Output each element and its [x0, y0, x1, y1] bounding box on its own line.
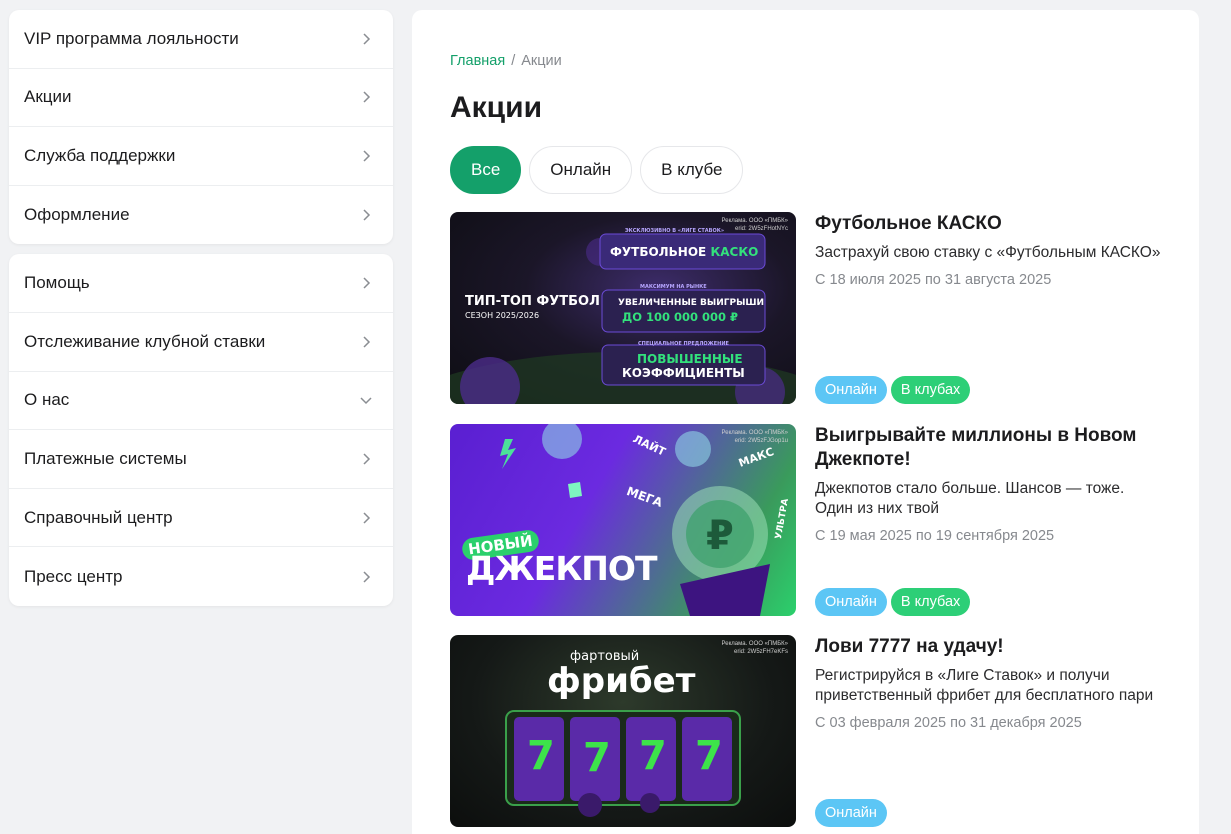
menu-item-design[interactable]: Оформление [9, 186, 393, 245]
svg-text:₽: ₽ [706, 513, 734, 559]
menu-item-support[interactable]: Служба поддержки [9, 127, 393, 186]
promo-banner-football-kasko[interactable]: Реклама. ООО «ПМБК» erid: 2W5zFHotNYc ЭКС… [450, 212, 796, 404]
promo-dates: С 19 мая 2025 по 19 сентября 2025 [815, 527, 1055, 544]
banner-text-seven: 7 [527, 733, 555, 779]
chevron-right-icon [359, 149, 373, 163]
breadcrumb: Главная / Акции [450, 53, 1161, 69]
menu-item-label: Помощь [24, 273, 90, 293]
promo-dates: С 18 июля 2025 по 31 августа 2025 [815, 272, 1052, 288]
menu-item-label: Акции [24, 87, 72, 107]
menu-item-promotions[interactable]: Акции [9, 69, 393, 128]
banner-text-seven: 7 [695, 733, 723, 779]
chevron-right-icon [359, 570, 373, 584]
banner-text-kasko: ФУТБОЛЬНОЕ КАСКО [610, 245, 759, 259]
promo-dates: С 03 февраля 2025 по 31 декабря 2025 [815, 715, 1082, 731]
banner-text: МАКСИМУМ НА РЫНКЕ [640, 284, 707, 290]
menu-item-label: Служба поддержки [24, 145, 176, 165]
ad-disclaimer: Реклама. ООО «ПМБК» erid: 2W5zFH7eKFs [721, 641, 789, 655]
chevron-right-icon [359, 90, 373, 104]
menu-item-label: Оформление [24, 205, 130, 225]
breadcrumb-current: Акции [521, 53, 562, 69]
tag-in-clubs: В клубах [890, 376, 971, 404]
banner-text: ДО 100 000 000 ₽ [622, 310, 739, 324]
tag-online: Онлайн [815, 376, 887, 404]
promo-description: Регистрируйся в «Лиге Ставок» и получи п… [815, 667, 1154, 704]
promo-card: ₽ Реклама. ООО «ПМБК» erid: 2W5zFJGop1u Л… [450, 423, 1161, 616]
promo-title[interactable]: Выигрывайте миллионы в Новом Джекпоте! [815, 424, 1161, 472]
ad-disclaimer: Реклама. ООО «ПМБК» erid: 2W5zFJGop1u [721, 429, 789, 444]
tag-online: Онлайн [815, 587, 887, 616]
main-content: Главная / Акции Акции Все Онлайн В клубе… [412, 10, 1199, 834]
menu-item-label: Платежные системы [24, 448, 187, 468]
chevron-right-icon [359, 32, 373, 46]
filter-chips: Все Онлайн В клубе [450, 146, 1161, 194]
menu-item-help-center[interactable]: Справочный центр [9, 489, 393, 548]
chevron-right-icon [359, 452, 373, 466]
banner-text: СЕЗОН 2025/2026 [465, 311, 540, 320]
banner-text: ДЖЕКПОТ [466, 548, 657, 588]
breadcrumb-separator: / [511, 53, 516, 69]
promo-description: Застрахуй свою ставку с «Футбольным КАСК… [815, 244, 1161, 261]
promo-banner-freebet[interactable]: Реклама. ООО «ПМБК» erid: 2W5zFH7eKFs фар… [450, 635, 796, 827]
menu-item-label: Отслеживание клубной ставки [24, 331, 266, 351]
banner-text: СПЕЦИАЛЬНОЕ ПРЕДЛОЖЕНИЕ [638, 341, 729, 347]
menu-item-press-center[interactable]: Пресс центр [9, 547, 393, 606]
page-title: Акции [450, 91, 543, 124]
promo-info: Выигрывайте миллионы в Новом Джекпоте! Д… [815, 424, 1161, 616]
menu-item-about[interactable]: О нас [9, 372, 393, 431]
tag-in-clubs: В клубах [890, 587, 971, 616]
banner-text: фрибет [547, 661, 696, 701]
chevron-right-icon [359, 511, 373, 525]
breadcrumb-home-link[interactable]: Главная [450, 53, 505, 69]
promo-title[interactable]: Лови 7777 на удачу! [815, 635, 1161, 659]
menu-group-secondary: Помощь Отслеживание клубной ставки О нас… [9, 254, 393, 606]
chevron-right-icon [359, 335, 373, 349]
promo-tags: Онлайн В клубах [815, 587, 971, 616]
filter-in-club[interactable]: В клубе [640, 146, 744, 194]
menu-item-label: Справочный центр [24, 507, 173, 527]
promo-tags: Онлайн [815, 799, 887, 827]
menu-item-payment-systems[interactable]: Платежные системы [9, 430, 393, 489]
tag-online: Онлайн [815, 799, 887, 827]
menu-item-club-bet-tracking[interactable]: Отслеживание клубной ставки [9, 313, 393, 372]
promo-title[interactable]: Футбольное КАСКО [815, 212, 1161, 236]
banner-text: УВЕЛИЧЕННЫЕ ВЫИГРЫШИ [618, 298, 765, 308]
promo-banner-jackpot[interactable]: ₽ Реклама. ООО «ПМБК» erid: 2W5zFJGop1u Л… [450, 423, 796, 616]
promo-card: Реклама. ООО «ПМБК» erid: 2W5zFH7eKFs фар… [450, 635, 1161, 827]
promo-card: Реклама. ООО «ПМБК» erid: 2W5zFHotNYc ЭКС… [450, 212, 1161, 404]
banner-text-seven: 7 [639, 733, 667, 779]
banner-text: ТИП-ТОП ФУТБОЛ [465, 294, 600, 309]
promo-tags: Онлайн В клубах [815, 376, 971, 404]
chevron-down-icon [359, 393, 373, 407]
menu-item-help[interactable]: Помощь [9, 254, 393, 313]
promo-list: Реклама. ООО «ПМБК» erid: 2W5zFHotNYc ЭКС… [450, 212, 1161, 827]
chevron-right-icon [359, 208, 373, 222]
ad-disclaimer: Реклама. ООО «ПМБК» erid: 2W5zFHotNYc [721, 218, 789, 232]
filter-all[interactable]: Все [450, 146, 522, 194]
menu-item-label: VIP программа лояльности [24, 28, 239, 48]
banner-text: КОЭФФИЦИЕНТЫ [622, 366, 745, 380]
filter-online[interactable]: Онлайн [529, 146, 633, 194]
promo-info: Футбольное КАСКО Застрахуй свою ставку с… [815, 212, 1161, 404]
menu-item-label: Пресс центр [24, 566, 123, 586]
menu-item-label: О нас [24, 390, 70, 410]
banner-text-seven: 7 [583, 735, 611, 781]
sidebar: VIP программа лояльности Акции Служба по… [9, 10, 393, 616]
banner-text: ПОВЫШЕННЫЕ [637, 352, 743, 366]
menu-item-vip[interactable]: VIP программа лояльности [9, 10, 393, 69]
banner-text: ЭКСКЛЮЗИВНО В «ЛИГЕ СТАВОК» [625, 228, 725, 234]
promo-description: Джекпотов стало больше. Шансов — тоже. О… [815, 479, 1125, 517]
menu-group-primary: VIP программа лояльности Акции Служба по… [9, 10, 393, 245]
chevron-right-icon [359, 276, 373, 290]
promo-info: Лови 7777 на удачу! Регистрируйся в «Лиг… [815, 635, 1161, 827]
